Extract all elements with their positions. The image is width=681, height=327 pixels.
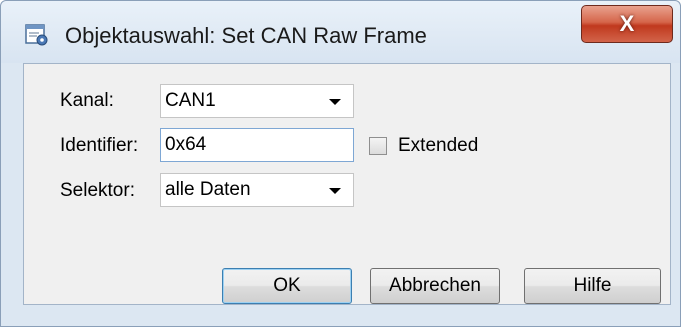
selektor-label: Selektor: <box>60 180 135 201</box>
dialog-settings-icon <box>25 24 48 46</box>
dialog-content: Kanal: CAN1 Identifier: 0x64 Extended Se… <box>23 63 671 305</box>
title-bar[interactable]: Objektauswahl: Set CAN Raw Frame X <box>1 1 680 63</box>
extended-label[interactable]: Extended <box>398 135 478 157</box>
chevron-down-icon <box>329 99 341 105</box>
kanal-select-value: CAN1 <box>165 90 216 111</box>
help-button[interactable]: Hilfe <box>524 268 661 304</box>
window-title: Objektauswahl: Set CAN Raw Frame <box>65 23 427 48</box>
cancel-button[interactable]: Abbrechen <box>370 268 500 304</box>
identifier-input[interactable]: 0x64 <box>160 128 354 162</box>
chevron-down-icon <box>329 188 341 194</box>
extended-checkbox[interactable] <box>369 137 387 155</box>
kanal-select[interactable]: CAN1 <box>160 84 354 118</box>
close-button[interactable]: X <box>581 5 673 43</box>
kanal-label: Kanal: <box>60 90 114 111</box>
ok-button[interactable]: OK <box>222 268 352 304</box>
identifier-input-value: 0x64 <box>165 134 207 155</box>
selektor-select[interactable]: alle Daten <box>160 173 354 207</box>
dialog-window: Objektauswahl: Set CAN Raw Frame X Kanal… <box>0 0 681 327</box>
selektor-select-value: alle Daten <box>165 179 251 200</box>
identifier-label: Identifier: <box>60 135 139 156</box>
close-icon: X <box>619 11 635 36</box>
